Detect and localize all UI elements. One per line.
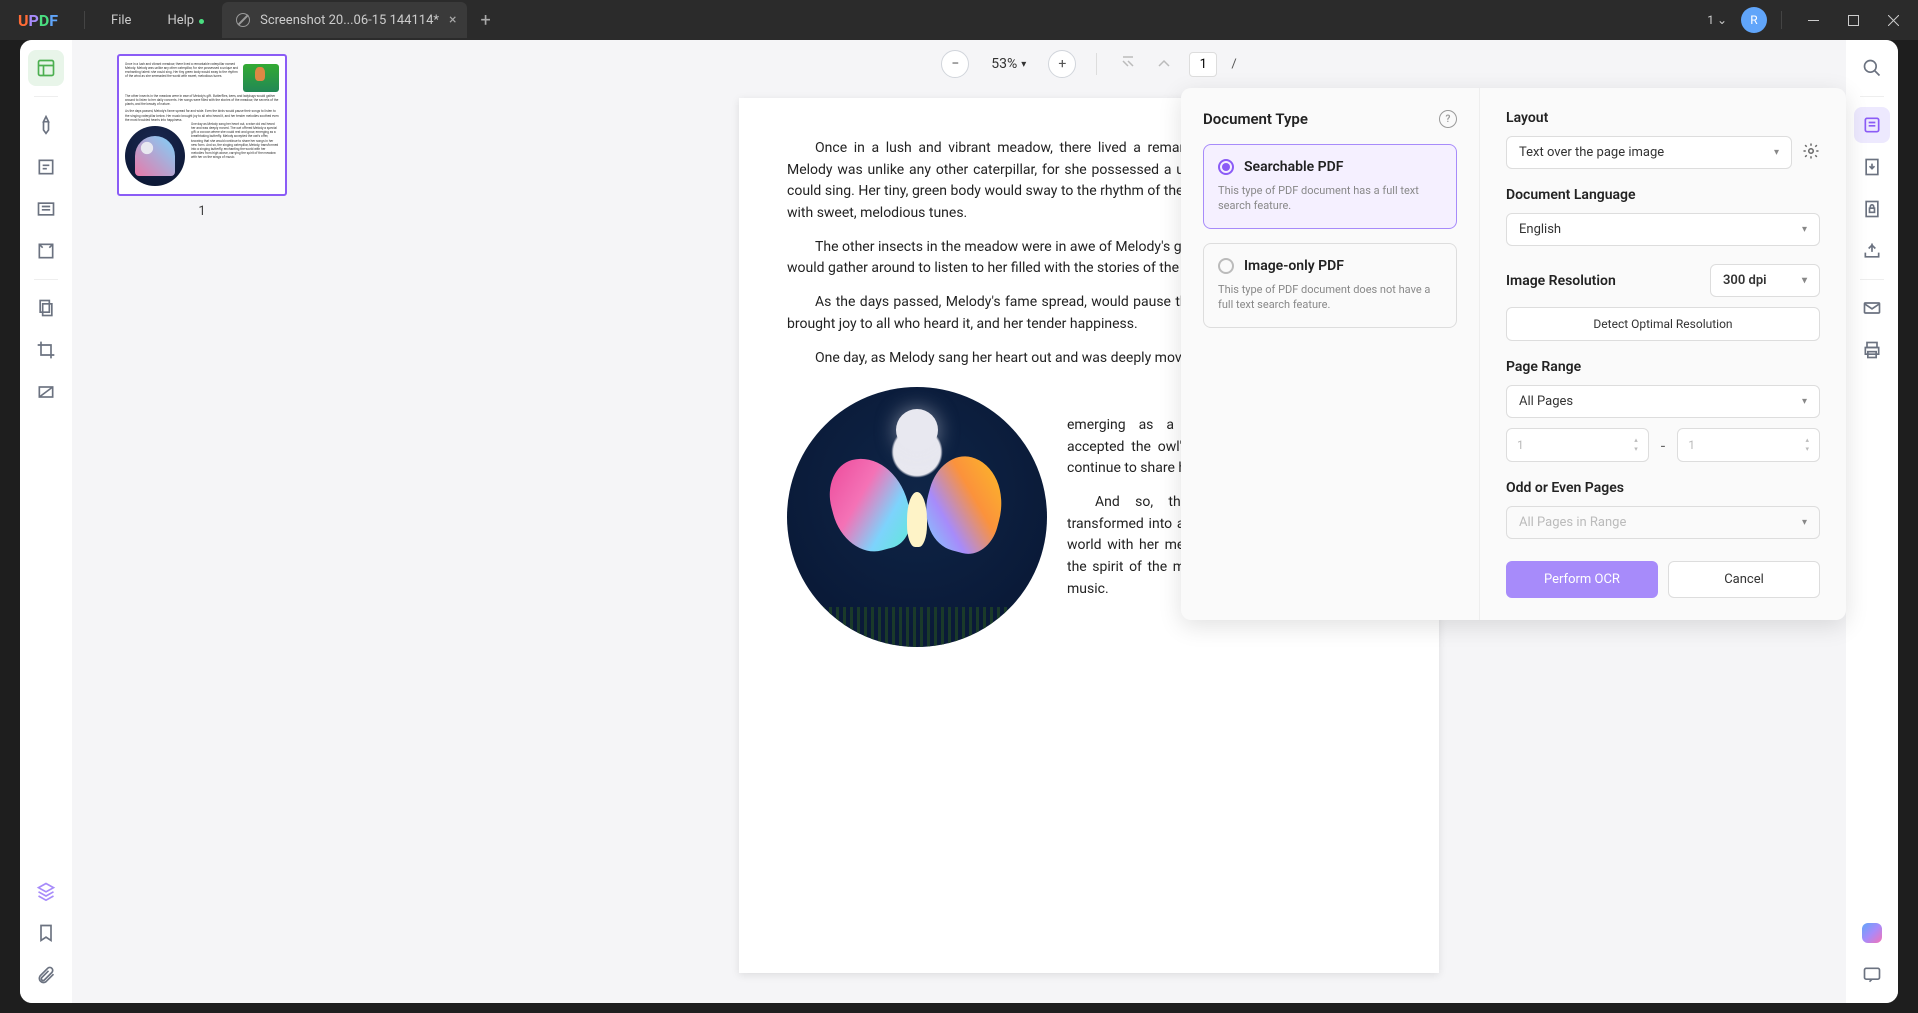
odd-even-select[interactable]: All Pages in Range▾	[1506, 506, 1820, 539]
ocr-button[interactable]	[1854, 107, 1890, 143]
zoom-select[interactable]: 53% ▾	[983, 52, 1034, 76]
layers-tool[interactable]	[28, 873, 64, 909]
page-number-input[interactable]	[1189, 52, 1217, 77]
image-only-pdf-option[interactable]: Image-only PDF This type of PDF document…	[1203, 243, 1457, 328]
cancel-button[interactable]: Cancel	[1668, 561, 1820, 598]
export-button[interactable]	[1854, 149, 1890, 185]
right-toolbar	[1846, 40, 1898, 1003]
new-tab-button[interactable]: +	[467, 10, 505, 31]
redact-tool[interactable]	[28, 374, 64, 410]
document-toolbar: − 53% ▾ + /	[332, 40, 1846, 88]
perform-ocr-button[interactable]: Perform OCR	[1506, 561, 1658, 598]
email-button[interactable]	[1854, 290, 1890, 326]
menu-file[interactable]: File	[93, 13, 149, 28]
crop-tool[interactable]	[28, 332, 64, 368]
document-tab[interactable]: Screenshot 20...06-15 144114* ×	[222, 2, 466, 38]
bookmark-tool[interactable]	[28, 915, 64, 951]
butterfly-illustration	[787, 387, 1047, 647]
tab-close-icon[interactable]: ×	[449, 12, 456, 28]
ai-icon	[1862, 923, 1882, 943]
language-heading: Document Language	[1506, 187, 1636, 203]
detect-resolution-button[interactable]: Detect Optimal Resolution	[1506, 307, 1820, 341]
close-button[interactable]	[1876, 6, 1910, 34]
prev-page-button[interactable]	[1153, 51, 1175, 78]
left-toolbar	[20, 40, 72, 1003]
page-range-select[interactable]: All Pages▾	[1506, 385, 1820, 418]
resolution-heading: Image Resolution	[1506, 273, 1616, 289]
range-to-input[interactable]: 1▴▾	[1677, 428, 1820, 462]
pages-tool[interactable]	[28, 290, 64, 326]
menu-help[interactable]: Help	[149, 13, 212, 28]
share-button[interactable]	[1854, 233, 1890, 269]
protect-button[interactable]	[1854, 191, 1890, 227]
help-icon[interactable]: ?	[1439, 110, 1457, 128]
language-select[interactable]: English▾	[1506, 213, 1820, 246]
document-type-heading: Document Type	[1203, 110, 1308, 128]
print-button[interactable]	[1854, 332, 1890, 368]
page-range-heading: Page Range	[1506, 359, 1581, 375]
page-separator: /	[1231, 57, 1236, 72]
radio-icon	[1218, 159, 1234, 175]
comment-button[interactable]	[1854, 957, 1890, 993]
radio-icon	[1218, 258, 1234, 274]
first-page-button[interactable]	[1117, 51, 1139, 78]
page-thumbnail[interactable]: Once in a lush and vibrant meadow, there…	[117, 54, 287, 196]
minimize-button[interactable]	[1796, 6, 1830, 34]
zoom-out-button[interactable]: −	[941, 50, 969, 78]
gear-icon[interactable]	[1802, 142, 1820, 164]
resolution-select[interactable]: 300 dpi▾	[1710, 264, 1820, 297]
reader-tool[interactable]	[28, 50, 64, 86]
thumbnail-panel: Once in a lush and vibrant meadow, there…	[72, 40, 332, 1003]
tab-title: Screenshot 20...06-15 144114*	[260, 13, 439, 28]
zoom-in-button[interactable]: +	[1048, 50, 1076, 78]
attachment-tool[interactable]	[28, 957, 64, 993]
titlebar: UPDF File Help Screenshot 20...06-15 144…	[0, 0, 1918, 40]
titlebar-page-indicator[interactable]: 1 ⌄	[1699, 11, 1735, 29]
ocr-panel: Document Type? Searchable PDF This type …	[1181, 88, 1846, 620]
layout-heading: Layout	[1506, 110, 1548, 126]
user-avatar[interactable]: R	[1741, 7, 1767, 33]
organize-tool[interactable]	[28, 233, 64, 269]
thumbnail-page-number: 1	[86, 204, 318, 219]
tab-doc-icon	[236, 13, 250, 27]
ai-button[interactable]	[1854, 915, 1890, 951]
odd-even-heading: Odd or Even Pages	[1506, 480, 1624, 496]
layout-select[interactable]: Text over the page image▾	[1506, 136, 1792, 169]
maximize-button[interactable]	[1836, 6, 1870, 34]
search-button[interactable]	[1854, 50, 1890, 86]
highlight-tool[interactable]	[28, 107, 64, 143]
range-from-input[interactable]: 1▴▾	[1506, 428, 1649, 462]
edit-tool[interactable]	[28, 149, 64, 185]
form-tool[interactable]	[28, 191, 64, 227]
app-logo: UPDF	[0, 11, 76, 30]
searchable-pdf-option[interactable]: Searchable PDF This type of PDF document…	[1203, 144, 1457, 229]
